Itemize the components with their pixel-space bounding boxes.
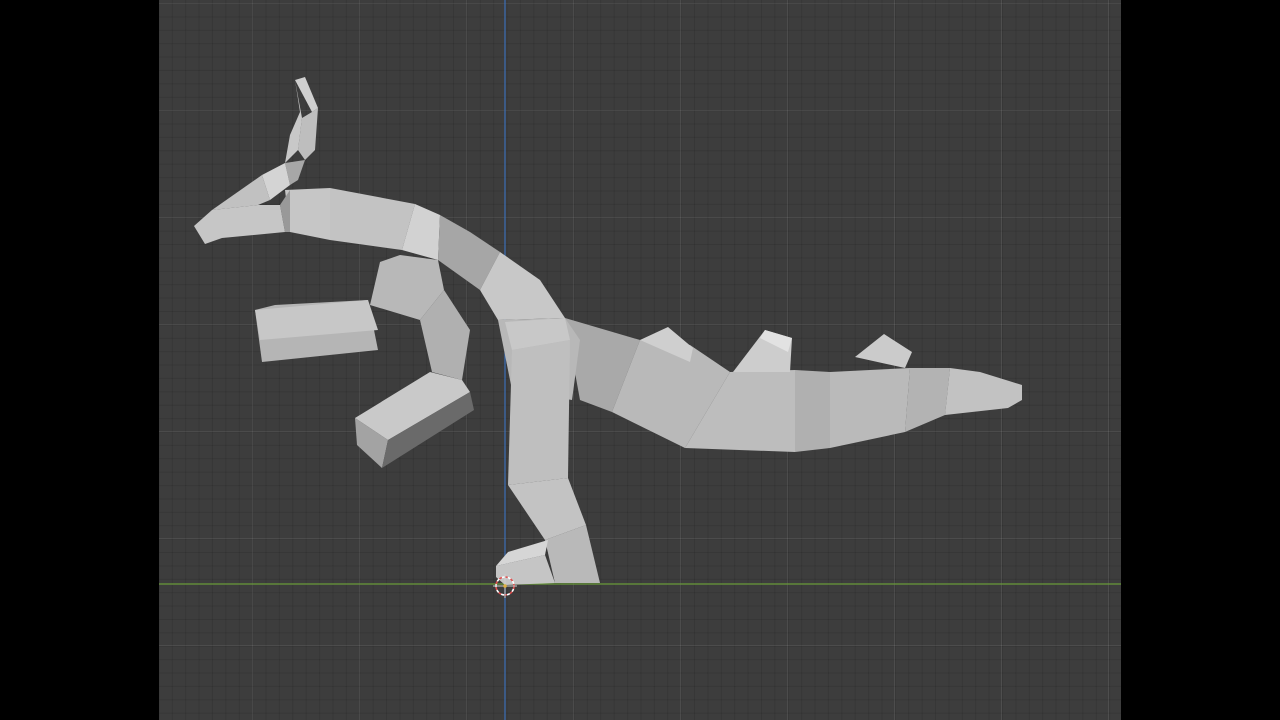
right-letterbox [1121, 0, 1280, 720]
3d-viewport[interactable] [159, 0, 1121, 720]
tail-mesh[interactable] [565, 318, 1022, 452]
left-letterbox [0, 0, 159, 720]
viewport-scene[interactable] [159, 0, 1121, 720]
arm-mesh[interactable] [255, 255, 474, 468]
dragon-mesh[interactable] [194, 77, 1022, 585]
screen [0, 0, 1280, 720]
